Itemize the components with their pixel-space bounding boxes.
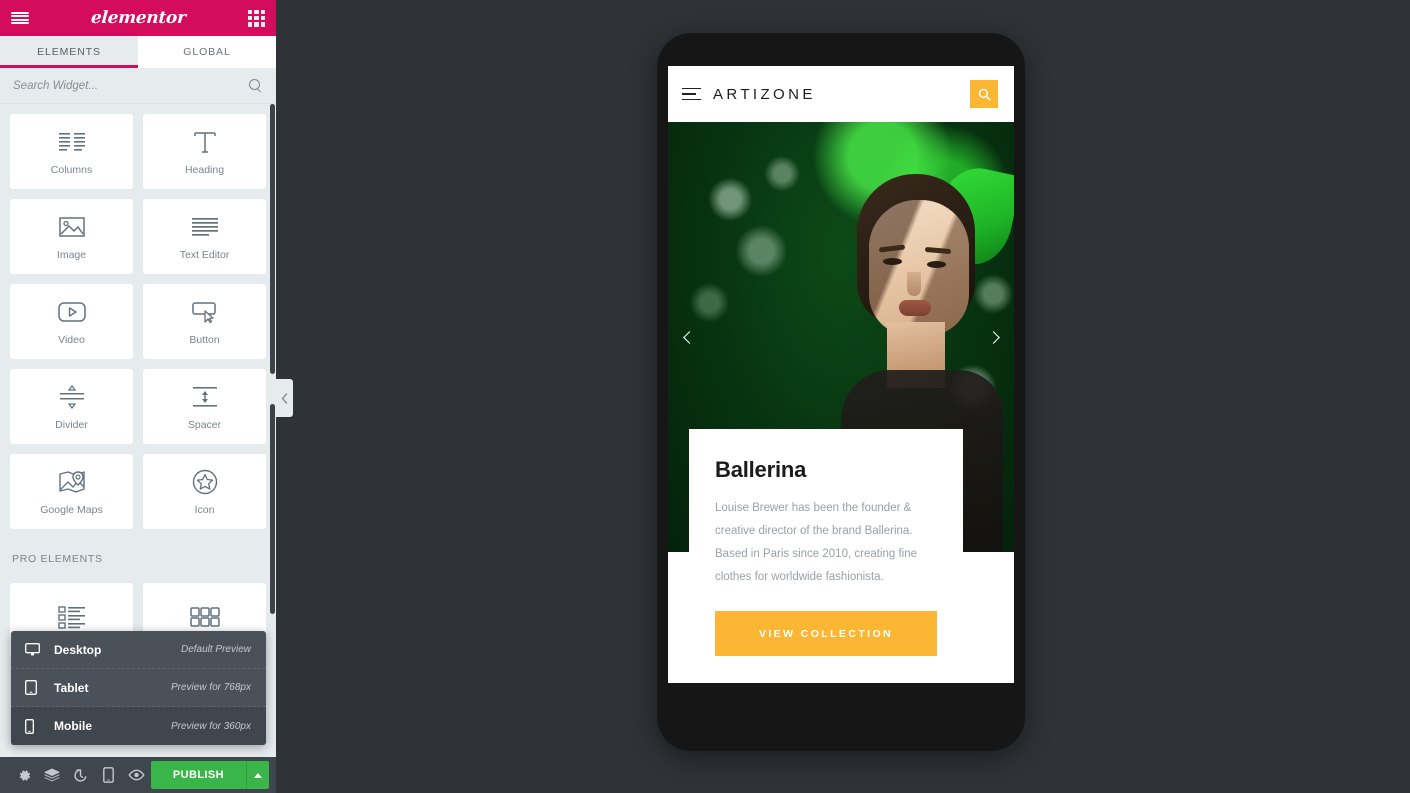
- google-maps-icon: [58, 467, 86, 497]
- widget-grid: Columns Heading Image Text Editor Video …: [10, 114, 266, 658]
- grid-icon[interactable]: [247, 9, 265, 27]
- device-option-desktop[interactable]: Desktop Default Preview: [11, 631, 266, 669]
- device-note: Default Preview: [180, 644, 251, 655]
- divider-icon: [59, 382, 85, 412]
- tablet-icon: [25, 680, 45, 695]
- site-header: ARTIZONE: [668, 66, 1014, 122]
- star-icon: [192, 467, 218, 497]
- tab-global[interactable]: GLOBAL: [138, 36, 276, 68]
- search-icon[interactable]: [970, 80, 998, 108]
- scrollbar-thumb-lower[interactable]: [270, 404, 275, 614]
- widget-label: Divider: [55, 419, 88, 431]
- hamburger-icon[interactable]: [11, 11, 29, 25]
- widget-search-row: [0, 68, 276, 104]
- image-icon: [58, 212, 85, 242]
- widget-divider[interactable]: Divider: [10, 369, 133, 444]
- posts-icon: [57, 602, 86, 632]
- device-label: Mobile: [54, 719, 92, 733]
- search-icon[interactable]: [249, 79, 262, 92]
- history-icon[interactable]: [66, 757, 94, 793]
- spacer-icon: [192, 382, 218, 412]
- gallery-icon: [189, 602, 220, 632]
- button-icon: [191, 297, 219, 327]
- view-collection-button[interactable]: VIEW COLLECTION: [715, 611, 937, 656]
- navigator-layers-icon[interactable]: [38, 757, 66, 793]
- responsive-mode-icon[interactable]: [95, 757, 123, 793]
- widget-label: Google Maps: [40, 504, 103, 516]
- elementor-panel: elementor ELEMENTS GLOBAL Search Widget.…: [0, 0, 276, 793]
- panel-footer-toolbar: PUBLISH: [0, 757, 276, 793]
- mobile-icon: [25, 718, 45, 734]
- slider-prev-chevron-left-icon[interactable]: [678, 326, 700, 348]
- preview-canvas: ARTIZONE Ballerina Louise Brewer has bee…: [276, 0, 1410, 793]
- slider-next-chevron-right-icon[interactable]: [982, 326, 1004, 348]
- mobile-viewport[interactable]: ARTIZONE Ballerina Louise Brewer has bee…: [668, 66, 1014, 683]
- content-card: Ballerina Louise Brewer has been the fou…: [689, 429, 963, 683]
- widget-icon[interactable]: Icon: [143, 454, 266, 529]
- settings-gear-icon[interactable]: [10, 757, 38, 793]
- widget-label: Image: [56, 249, 87, 261]
- widget-label: Button: [189, 334, 220, 346]
- widget-spacer[interactable]: Spacer: [143, 369, 266, 444]
- preview-eye-icon[interactable]: [123, 757, 151, 793]
- tab-elements[interactable]: ELEMENTS: [0, 36, 138, 68]
- elementor-editor: elementor ELEMENTS GLOBAL Search Widget.…: [0, 0, 1410, 793]
- mobile-device-frame: ARTIZONE Ballerina Louise Brewer has bee…: [657, 33, 1025, 751]
- widget-label: Text Editor: [179, 249, 230, 261]
- widget-image[interactable]: Image: [10, 199, 133, 274]
- panel-collapse-handle[interactable]: [276, 379, 293, 417]
- heading-icon: [192, 127, 218, 157]
- device-note: Preview for 360px: [170, 720, 251, 732]
- device-preview-popup: Desktop Default Preview Tablet Preview f…: [11, 631, 266, 745]
- widget-columns[interactable]: Columns: [10, 114, 133, 189]
- scrollbar-thumb[interactable]: [270, 104, 275, 374]
- columns-icon: [58, 127, 85, 157]
- panel-header: elementor: [0, 0, 276, 36]
- hamburger-icon[interactable]: [682, 87, 701, 101]
- widget-button[interactable]: Button: [143, 284, 266, 359]
- widget-video[interactable]: Video: [10, 284, 133, 359]
- search-input[interactable]: [13, 79, 249, 92]
- panel-scrollbar[interactable]: [270, 104, 275, 757]
- video-icon: [57, 297, 86, 327]
- device-label: Desktop: [54, 642, 102, 657]
- card-title: Ballerina: [715, 457, 807, 482]
- device-label: Tablet: [54, 680, 89, 695]
- publish-button[interactable]: PUBLISH: [150, 761, 246, 789]
- device-note: Preview for 768px: [170, 682, 251, 693]
- widget-text-editor[interactable]: Text Editor: [143, 199, 266, 274]
- desktop-icon: [25, 643, 45, 656]
- device-option-tablet[interactable]: Tablet Preview for 768px: [11, 669, 266, 707]
- pro-elements-section-title: PRO ELEMENTS: [12, 553, 103, 565]
- site-brand-logo: ARTIZONE: [713, 85, 816, 103]
- elementor-logo: elementor: [90, 8, 187, 28]
- widget-label: Icon: [194, 504, 215, 516]
- widget-label: Heading: [184, 164, 225, 176]
- text-editor-icon: [191, 212, 218, 242]
- widget-heading[interactable]: Heading: [143, 114, 266, 189]
- device-option-mobile[interactable]: Mobile Preview for 360px: [11, 707, 266, 745]
- widget-label: Video: [58, 334, 85, 346]
- widget-google-maps[interactable]: Google Maps: [10, 454, 133, 529]
- panel-tabs: ELEMENTS GLOBAL: [0, 36, 276, 68]
- card-description: Louise Brewer has been the founder & cre…: [715, 502, 918, 583]
- widget-label: Spacer: [187, 419, 222, 431]
- widget-label: Columns: [50, 164, 93, 176]
- publish-options-caret-icon[interactable]: [245, 761, 269, 789]
